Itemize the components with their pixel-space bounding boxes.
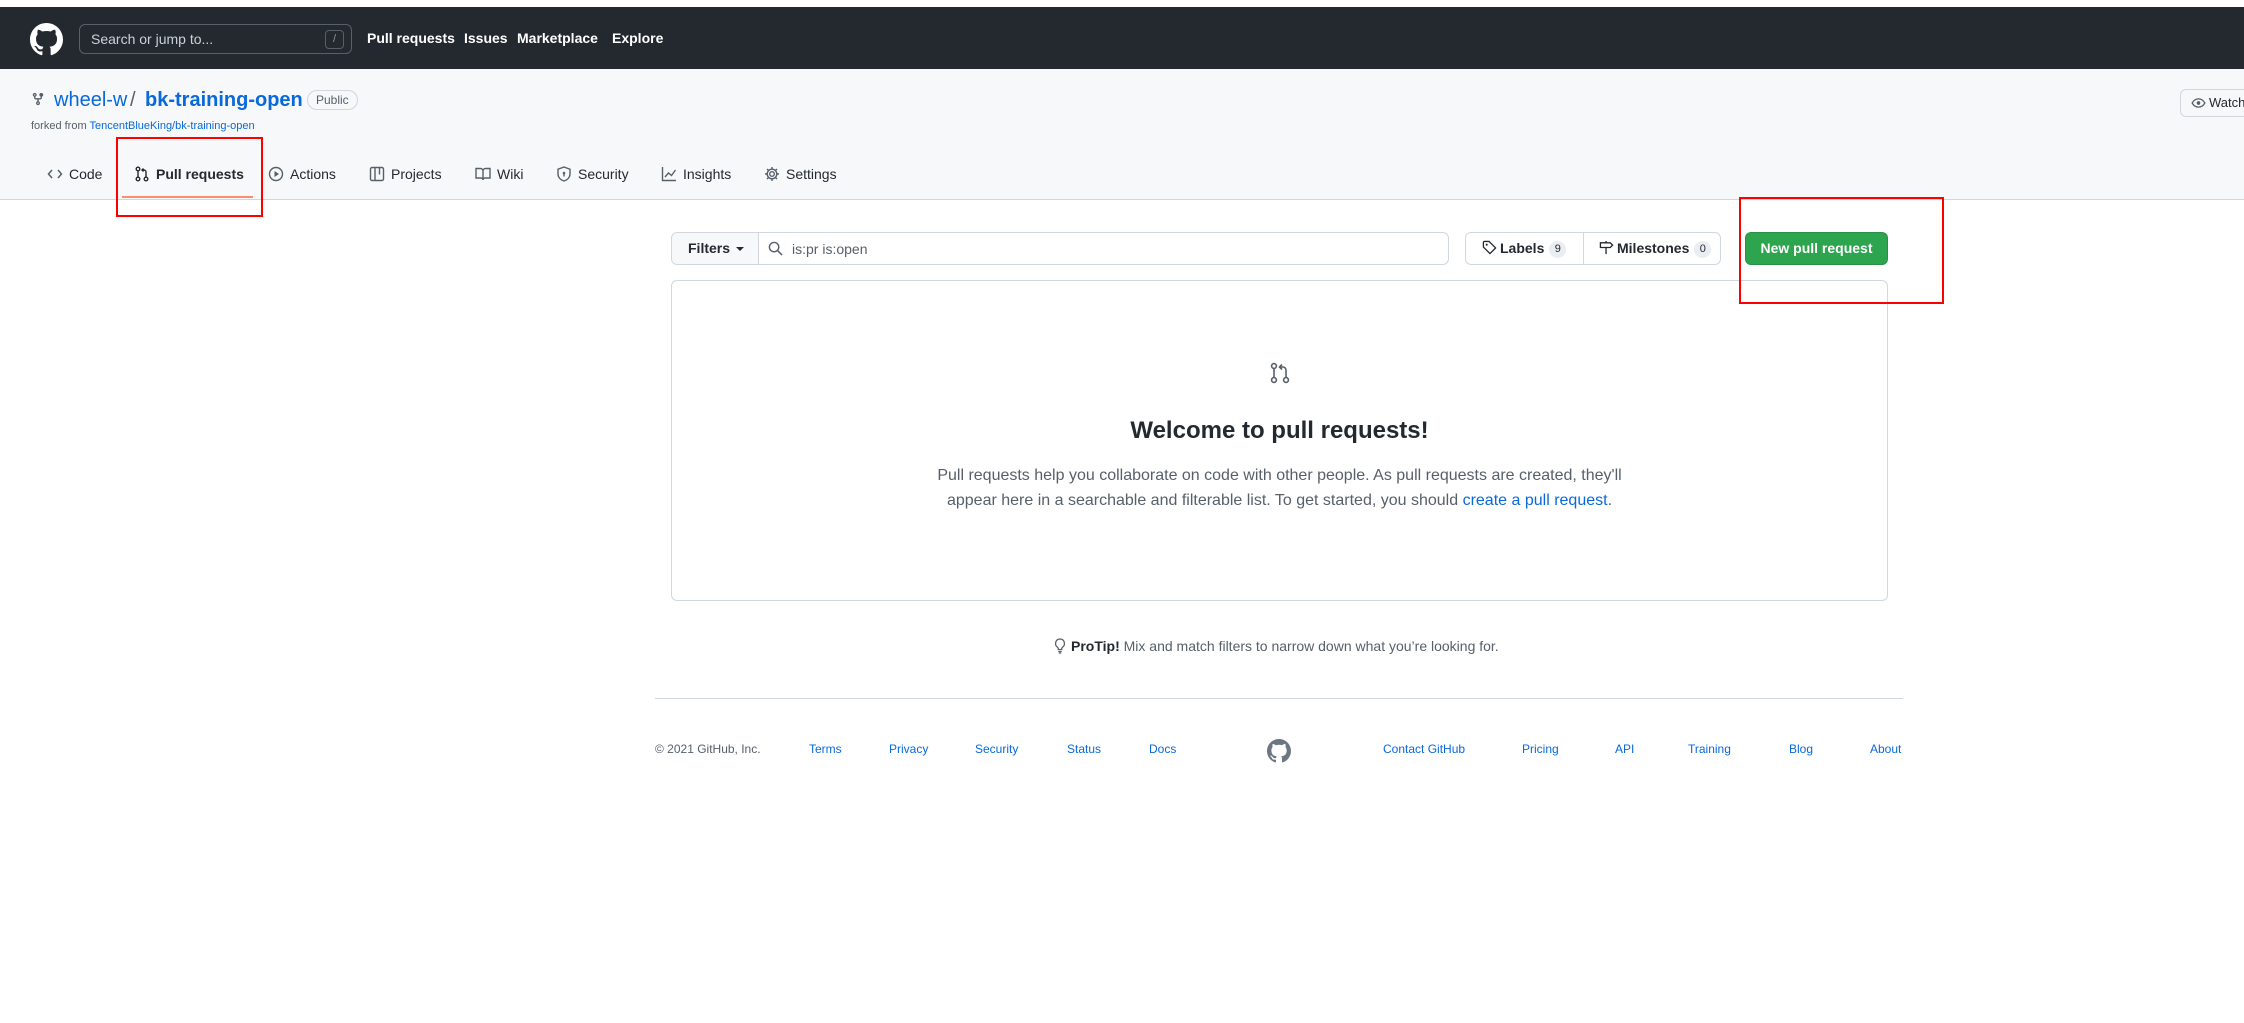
caret-down-icon bbox=[736, 247, 745, 251]
labels-count: 9 bbox=[1549, 241, 1567, 258]
tab-code-label: Code bbox=[69, 166, 103, 182]
protip-strong: ProTip! bbox=[1071, 638, 1120, 654]
repo-forked-icon bbox=[32, 92, 44, 106]
labels-milestones-group: Labels 9 Milestones 0 bbox=[1465, 232, 1721, 265]
pull-requests-blankslate: Welcome to pull requests! Pull requests … bbox=[671, 280, 1888, 601]
footer-link-about[interactable]: About bbox=[1870, 742, 1901, 756]
book-icon bbox=[475, 167, 491, 181]
forked-from-label: forked from bbox=[31, 120, 90, 132]
milestone-icon bbox=[1599, 240, 1614, 255]
tab-security[interactable]: Security bbox=[556, 166, 629, 200]
search-placeholder: Search or jump to... bbox=[91, 31, 214, 47]
shield-icon bbox=[557, 166, 571, 182]
tab-insights[interactable]: Insights bbox=[661, 166, 731, 200]
footer-link-blog[interactable]: Blog bbox=[1789, 742, 1813, 756]
tab-actions[interactable]: Actions bbox=[268, 166, 336, 200]
top-strip bbox=[0, 0, 2244, 7]
nav-explore[interactable]: Explore bbox=[612, 30, 663, 46]
git-pull-request-icon bbox=[1270, 362, 1290, 384]
tag-icon bbox=[1482, 240, 1497, 255]
annotation-box-pull-requests-tab bbox=[116, 137, 263, 217]
watch-label: Watch bbox=[2209, 95, 2244, 110]
footer-divider bbox=[655, 698, 1903, 699]
protip: ProTip! Mix and match filters to narrow … bbox=[1053, 638, 1499, 654]
github-logo-icon[interactable] bbox=[30, 23, 63, 56]
repo-name-link[interactable]: bk-training-open bbox=[145, 89, 303, 112]
milestones-button[interactable]: Milestones 0 bbox=[1599, 233, 1712, 264]
labels-button[interactable]: Labels 9 bbox=[1482, 233, 1567, 264]
protip-text: Mix and match filters to narrow down wha… bbox=[1119, 638, 1499, 654]
annotation-box-new-pr-button bbox=[1739, 197, 1944, 304]
nav-marketplace[interactable]: Marketplace bbox=[517, 30, 598, 46]
labels-label: Labels bbox=[1500, 240, 1545, 256]
forked-from-text: forked from TencentBlueKing/bk-training-… bbox=[31, 120, 255, 132]
tab-actions-label: Actions bbox=[290, 166, 336, 182]
footer-link-training[interactable]: Training bbox=[1688, 742, 1731, 756]
footer-link-security[interactable]: Security bbox=[975, 742, 1018, 756]
graph-icon bbox=[661, 167, 677, 182]
footer-link-pricing[interactable]: Pricing bbox=[1522, 742, 1559, 756]
github-mark-icon[interactable] bbox=[1267, 739, 1291, 763]
tab-code[interactable]: Code bbox=[47, 166, 102, 200]
blankslate-description: Pull requests help you collaborate on co… bbox=[922, 463, 1637, 513]
tab-settings-label: Settings bbox=[786, 166, 837, 182]
search-shortcut-key: / bbox=[325, 30, 344, 49]
filters-label: Filters bbox=[688, 240, 731, 256]
tab-wiki[interactable]: Wiki bbox=[475, 166, 523, 200]
search-query-value: is:pr is:open bbox=[792, 241, 868, 257]
repo-owner-link[interactable]: wheel-w bbox=[54, 89, 127, 112]
search-icon bbox=[768, 241, 783, 256]
repo-path-separator: / bbox=[130, 89, 136, 111]
eye-icon bbox=[2191, 98, 2206, 108]
milestones-count: 0 bbox=[1694, 241, 1712, 258]
footer-link-terms[interactable]: Terms bbox=[809, 742, 842, 756]
global-search-input[interactable]: Search or jump to... / bbox=[79, 24, 352, 54]
light-bulb-icon bbox=[1054, 638, 1066, 654]
footer-copyright: © 2021 GitHub, Inc. bbox=[655, 742, 761, 756]
global-header: Search or jump to... / Pull requests Iss… bbox=[0, 7, 2244, 69]
footer-link-docs[interactable]: Docs bbox=[1149, 742, 1176, 756]
issues-search-input[interactable]: is:pr is:open bbox=[759, 233, 1448, 264]
tab-wiki-label: Wiki bbox=[497, 166, 524, 182]
nav-pull-requests[interactable]: Pull requests bbox=[367, 30, 455, 46]
milestones-label: Milestones bbox=[1617, 240, 1690, 256]
repo-header: wheel-w / bk-training-open Public forked… bbox=[0, 69, 2244, 200]
gear-icon bbox=[765, 167, 779, 181]
blankslate-text-end: . bbox=[1607, 492, 1613, 509]
footer-link-privacy[interactable]: Privacy bbox=[889, 742, 928, 756]
tab-projects[interactable]: Projects bbox=[369, 166, 442, 200]
table-icon bbox=[369, 166, 385, 182]
tab-settings[interactable]: Settings bbox=[764, 166, 837, 200]
footer-link-contact[interactable]: Contact GitHub bbox=[1383, 742, 1465, 756]
watch-button[interactable]: Watch bbox=[2180, 89, 2244, 117]
visibility-badge: Public bbox=[307, 90, 358, 110]
create-pull-request-link[interactable]: create a pull request bbox=[1463, 492, 1608, 509]
tab-insights-label: Insights bbox=[683, 166, 732, 182]
forked-source-link[interactable]: TencentBlueKing/bk-training-open bbox=[90, 120, 255, 132]
filter-bar: Filters is:pr is:open bbox=[671, 232, 1449, 265]
footer-link-api[interactable]: API bbox=[1615, 742, 1634, 756]
code-icon bbox=[47, 169, 63, 179]
labels-divider bbox=[1583, 233, 1584, 264]
nav-issues[interactable]: Issues bbox=[464, 30, 508, 46]
tab-projects-label: Projects bbox=[391, 166, 442, 182]
footer-link-status[interactable]: Status bbox=[1067, 742, 1101, 756]
blankslate-title: Welcome to pull requests! bbox=[1130, 417, 1429, 444]
play-icon bbox=[268, 166, 284, 182]
tab-security-label: Security bbox=[578, 166, 629, 182]
filters-dropdown-button[interactable]: Filters bbox=[672, 233, 759, 264]
